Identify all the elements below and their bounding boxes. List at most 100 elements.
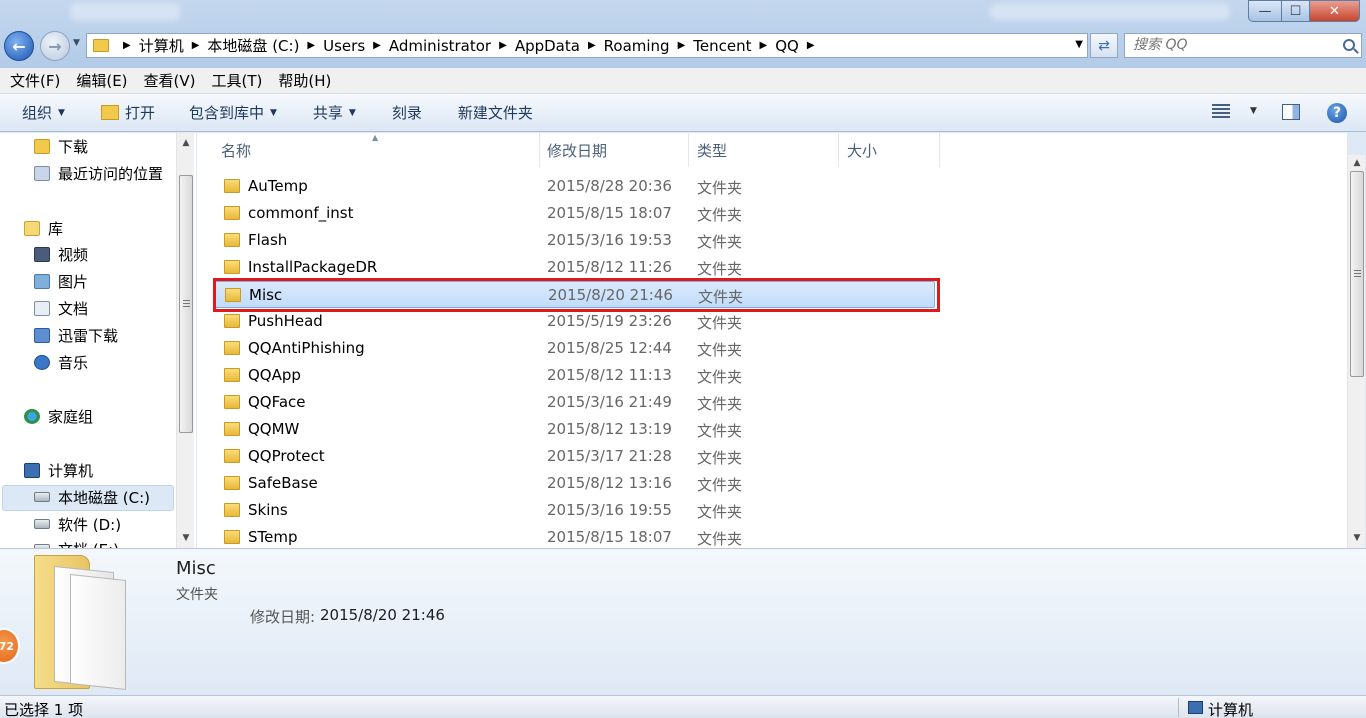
column-header-size[interactable]: 大小 bbox=[839, 133, 940, 167]
breadcrumb-separator[interactable]: ▶ bbox=[499, 40, 507, 51]
include-in-library-button[interactable]: 包含到库中 ▼ bbox=[189, 102, 277, 123]
nav-item-pictures[interactable]: 图片 bbox=[34, 269, 88, 293]
breadcrumb-computer[interactable]: 计算机 bbox=[139, 35, 184, 56]
table-row[interactable]: QQApp 2015/8/12 11:13 文件夹 bbox=[215, 362, 935, 389]
maximize-button[interactable]: ☐ bbox=[1282, 0, 1310, 22]
breadcrumb-drive-c[interactable]: 本地磁盘 (C:) bbox=[207, 35, 299, 56]
command-bar: 组织 ▼ 打开 包含到库中 ▼ 共享 ▼ 刻录 新建文件夹 bbox=[0, 94, 1366, 132]
nav-item-drive-d[interactable]: 软件 (D:) bbox=[34, 512, 121, 536]
nav-item-videos[interactable]: 视频 bbox=[34, 242, 88, 266]
scroll-up-arrow[interactable]: ▲ bbox=[177, 135, 195, 151]
breadcrumb-separator[interactable]: ▶ bbox=[307, 40, 315, 51]
table-row[interactable]: STemp 2015/8/15 18:07 文件夹 bbox=[215, 524, 935, 548]
search-icon[interactable] bbox=[1343, 39, 1355, 51]
status-divider bbox=[1178, 698, 1179, 717]
file-modified: 2015/3/17 21:28 bbox=[547, 447, 672, 465]
breadcrumb-roaming[interactable]: Roaming bbox=[604, 37, 670, 55]
breadcrumb-separator[interactable]: ▶ bbox=[678, 40, 686, 51]
column-header-modified[interactable]: 修改日期 bbox=[539, 133, 689, 167]
table-row[interactable]: QQAntiPhishing 2015/8/25 12:44 文件夹 bbox=[215, 335, 935, 362]
folder-icon bbox=[224, 530, 240, 544]
file-name: commonf_inst bbox=[248, 204, 354, 222]
recent-pages-dropdown[interactable]: ▼ bbox=[73, 38, 80, 48]
file-modified: 2015/3/16 19:53 bbox=[547, 231, 672, 249]
table-row[interactable]: SafeBase 2015/8/12 13:16 文件夹 bbox=[215, 470, 935, 497]
breadcrumb-appdata[interactable]: AppData bbox=[515, 37, 580, 55]
table-row[interactable]: Skins 2015/3/16 19:55 文件夹 bbox=[215, 497, 935, 524]
menu-help[interactable]: 帮助(H) bbox=[278, 70, 331, 91]
menu-file[interactable]: 文件(F) bbox=[10, 70, 60, 91]
nav-item-homegroup[interactable]: 家庭组 bbox=[24, 404, 93, 428]
scroll-thumb[interactable] bbox=[1350, 171, 1364, 377]
table-row[interactable]: InstallPackageDR 2015/8/12 11:26 文件夹 bbox=[215, 254, 935, 281]
table-row[interactable]: QQProtect 2015/3/17 21:28 文件夹 bbox=[215, 443, 935, 470]
breadcrumb-separator[interactable]: ▶ bbox=[192, 40, 200, 51]
breadcrumb-separator[interactable]: ▶ bbox=[588, 40, 596, 51]
new-folder-button[interactable]: 新建文件夹 bbox=[458, 102, 533, 123]
table-row[interactable]: Flash 2015/3/16 19:53 文件夹 bbox=[215, 227, 935, 254]
nav-item-downloads[interactable]: 下载 bbox=[34, 134, 88, 158]
status-bar: 已选择 1 项 计算机 bbox=[0, 695, 1366, 718]
breadcrumb-separator[interactable]: ▶ bbox=[123, 40, 131, 51]
back-button[interactable]: ← bbox=[4, 31, 34, 61]
folder-paper-shape bbox=[70, 574, 126, 690]
new-folder-label: 新建文件夹 bbox=[457, 104, 533, 122]
share-button[interactable]: 共享 ▼ bbox=[313, 102, 356, 123]
folder-icon bbox=[224, 422, 240, 436]
breadcrumb-separator[interactable]: ▶ bbox=[760, 40, 768, 51]
refresh-button[interactable]: ⇄ bbox=[1090, 33, 1118, 58]
nav-item-music[interactable]: 音乐 bbox=[34, 350, 88, 374]
scroll-thumb[interactable] bbox=[179, 175, 193, 433]
nav-item-label: 家庭组 bbox=[48, 407, 94, 426]
status-selection-text: 已选择 1 项 bbox=[4, 701, 84, 718]
minimize-button[interactable]: — bbox=[1248, 0, 1282, 22]
nav-item-drive-e[interactable]: 文档 (E:) bbox=[34, 537, 119, 548]
file-list-scrollbar[interactable]: ▲ ▼ bbox=[1347, 155, 1365, 548]
folder-icon bbox=[224, 206, 240, 220]
details-modified-value: 2015/8/20 21:46 bbox=[320, 606, 445, 624]
nav-item-label: 软件 (D:) bbox=[58, 515, 122, 534]
open-button[interactable]: 打开 bbox=[100, 102, 155, 123]
close-button[interactable]: ✕ bbox=[1310, 0, 1360, 22]
scroll-down-arrow[interactable]: ▼ bbox=[177, 530, 195, 546]
table-row[interactable]: commonf_inst 2015/8/15 18:07 文件夹 bbox=[215, 200, 935, 227]
breadcrumb-qq[interactable]: QQ bbox=[775, 37, 799, 55]
burn-button[interactable]: 刻录 bbox=[392, 102, 422, 123]
breadcrumb-separator[interactable]: ▶ bbox=[807, 40, 815, 51]
column-header-type[interactable]: 类型 bbox=[689, 133, 839, 167]
breadcrumb-separator[interactable]: ▶ bbox=[373, 40, 381, 51]
search-box[interactable] bbox=[1124, 33, 1362, 58]
preview-pane-button[interactable] bbox=[1282, 104, 1300, 120]
nav-item-recent-places[interactable]: 最近访问的位置 bbox=[34, 161, 163, 185]
address-history-dropdown[interactable]: ▼ bbox=[1075, 39, 1083, 50]
file-type: 文件夹 bbox=[697, 368, 743, 386]
menu-view[interactable]: 查看(V) bbox=[144, 70, 196, 91]
nav-item-xunlei-downloads[interactable]: 迅雷下载 bbox=[34, 323, 118, 347]
file-type: 文件夹 bbox=[697, 233, 743, 251]
breadcrumb-tencent[interactable]: Tencent bbox=[693, 37, 751, 55]
breadcrumb-users[interactable]: Users bbox=[323, 37, 365, 55]
scroll-up-arrow[interactable]: ▲ bbox=[1348, 155, 1366, 171]
scroll-down-arrow[interactable]: ▼ bbox=[1348, 530, 1366, 546]
nav-item-label: 最近访问的位置 bbox=[58, 164, 164, 183]
menu-tools[interactable]: 工具(T) bbox=[212, 70, 263, 91]
table-row[interactable]: QQFace 2015/3/16 21:49 文件夹 bbox=[215, 389, 935, 416]
help-button[interactable]: ? bbox=[1327, 103, 1347, 123]
organize-button[interactable]: 组织 ▼ bbox=[22, 102, 65, 123]
file-modified: 2015/3/16 19:55 bbox=[547, 501, 672, 519]
breadcrumb-administrator[interactable]: Administrator bbox=[389, 37, 491, 55]
nav-item-computer[interactable]: 计算机 bbox=[24, 458, 93, 482]
table-row[interactable]: QQMW 2015/8/12 13:19 文件夹 bbox=[215, 416, 935, 443]
forward-button[interactable]: → bbox=[40, 31, 70, 61]
table-row[interactable]: AuTemp 2015/8/28 20:36 文件夹 bbox=[215, 173, 935, 200]
nav-item-documents[interactable]: 文档 bbox=[34, 296, 88, 320]
table-row[interactable]: PushHead 2015/5/19 23:26 文件夹 bbox=[215, 308, 935, 335]
nav-item-libraries[interactable]: 库 bbox=[24, 216, 63, 240]
change-view-button[interactable]: ▼ bbox=[1212, 104, 1257, 118]
search-input[interactable] bbox=[1133, 37, 1333, 53]
nav-pane-scrollbar[interactable]: ▲ ▼ bbox=[176, 133, 194, 548]
menu-edit[interactable]: 编辑(E) bbox=[76, 70, 127, 91]
file-name: InstallPackageDR bbox=[248, 258, 378, 276]
nav-item-drive-c[interactable]: 本地磁盘 (C:) bbox=[34, 485, 150, 509]
address-bar[interactable]: ▶ 计算机 ▶ 本地磁盘 (C:) ▶ Users ▶ Administrato… bbox=[86, 33, 1088, 58]
